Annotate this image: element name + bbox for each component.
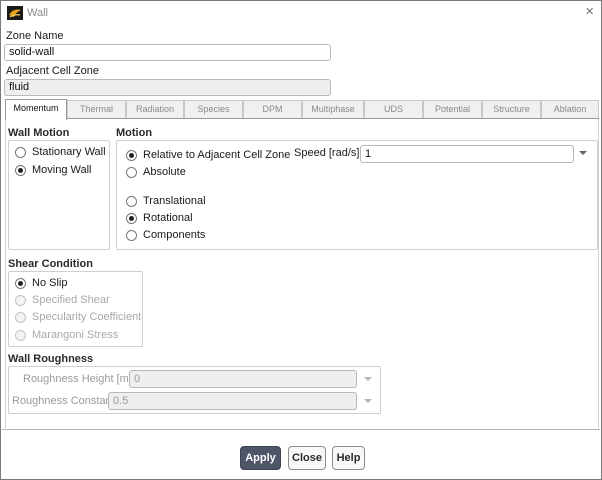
roughness-height-label: Roughness Height [m] <box>23 373 132 385</box>
shear-condition-title: Shear Condition <box>8 258 93 270</box>
tab-radiation[interactable]: Radiation <box>126 100 184 118</box>
radio-marangoni-stress: Marangoni Stress <box>15 328 118 342</box>
radio-translational[interactable]: Translational <box>126 194 206 208</box>
radio-rotational[interactable]: Rotational <box>126 211 193 225</box>
adjacent-cell-zone-label: Adjacent Cell Zone <box>6 65 99 77</box>
wall-roughness-title: Wall Roughness <box>8 353 94 365</box>
tab-multiphase[interactable]: Multiphase <box>302 100 364 118</box>
radio-button <box>15 294 26 306</box>
chevron-down-icon <box>364 399 372 403</box>
radio-button[interactable] <box>126 149 137 161</box>
radio-button[interactable] <box>126 166 137 178</box>
radio-moving-wall[interactable]: Moving Wall <box>15 163 92 177</box>
footer-divider <box>2 429 600 430</box>
roughness-constant-input: 0.5 <box>108 392 357 410</box>
radio-button[interactable] <box>126 212 137 224</box>
help-button[interactable]: Help <box>332 446 365 470</box>
chevron-down-icon <box>364 377 372 381</box>
zone-name-label: Zone Name <box>6 30 64 42</box>
radio-button[interactable] <box>126 229 137 241</box>
radio-button[interactable] <box>126 195 137 207</box>
wall-dialog: Wall × Zone Name solid-wall Adjacent Cel… <box>0 0 602 480</box>
tab-thermal[interactable]: Thermal <box>67 100 126 118</box>
tab-dpm[interactable]: DPM <box>243 100 302 118</box>
radio-button[interactable] <box>15 164 26 176</box>
radio-label: Relative to Adjacent Cell Zone <box>143 149 291 161</box>
radio-label: Translational <box>143 195 206 207</box>
tab-bar: Momentum Thermal Radiation Species DPM M… <box>5 99 599 120</box>
radio-label: Moving Wall <box>32 164 92 176</box>
speed-label: Speed [rad/s] <box>294 147 360 159</box>
radio-no-slip[interactable]: No Slip <box>15 276 67 290</box>
radio-label: Stationary Wall <box>32 146 106 158</box>
radio-label: Components <box>143 229 206 241</box>
radio-relative-to-adjacent[interactable]: Relative to Adjacent Cell Zone <box>126 148 290 162</box>
radio-stationary-wall[interactable]: Stationary Wall <box>15 145 106 159</box>
radio-specified-shear: Specified Shear <box>15 293 110 307</box>
radio-components[interactable]: Components <box>126 228 205 242</box>
tab-uds[interactable]: UDS <box>364 100 423 118</box>
zone-name-input[interactable]: solid-wall <box>4 44 331 61</box>
wall-motion-title: Wall Motion <box>8 127 70 139</box>
tab-species[interactable]: Species <box>184 100 243 118</box>
close-icon[interactable]: × <box>585 4 594 20</box>
tab-ablation[interactable]: Ablation <box>541 100 599 118</box>
radio-specularity-coefficient: Specularity Coefficient <box>15 310 141 324</box>
adjacent-cell-zone-field: fluid <box>4 79 331 96</box>
radio-label: Specified Shear <box>32 294 110 306</box>
tab-structure[interactable]: Structure <box>482 100 541 118</box>
tab-momentum[interactable]: Momentum <box>5 99 67 120</box>
radio-button[interactable] <box>15 277 26 289</box>
radio-label: Absolute <box>143 166 186 178</box>
tab-divider <box>5 118 599 119</box>
chevron-down-icon[interactable] <box>579 151 587 155</box>
window-title: Wall <box>27 7 48 19</box>
radio-button <box>15 311 26 323</box>
tab-potential[interactable]: Potential <box>423 100 482 118</box>
title-bar: Wall × <box>1 1 601 25</box>
radio-absolute[interactable]: Absolute <box>126 165 186 179</box>
roughness-constant-label: Roughness Constant <box>12 395 115 407</box>
apply-button[interactable]: Apply <box>240 446 281 470</box>
motion-title: Motion <box>116 127 153 139</box>
radio-label: Marangoni Stress <box>32 329 119 341</box>
radio-label: Rotational <box>143 212 193 224</box>
fluent-app-icon <box>7 6 23 20</box>
roughness-height-input: 0 <box>129 370 357 388</box>
radio-button[interactable] <box>15 146 26 158</box>
radio-label: No Slip <box>32 277 68 289</box>
radio-label: Specularity Coefficient <box>32 311 142 323</box>
close-button[interactable]: Close <box>288 446 326 470</box>
speed-input[interactable]: 1 <box>360 145 574 163</box>
radio-button <box>15 329 26 341</box>
